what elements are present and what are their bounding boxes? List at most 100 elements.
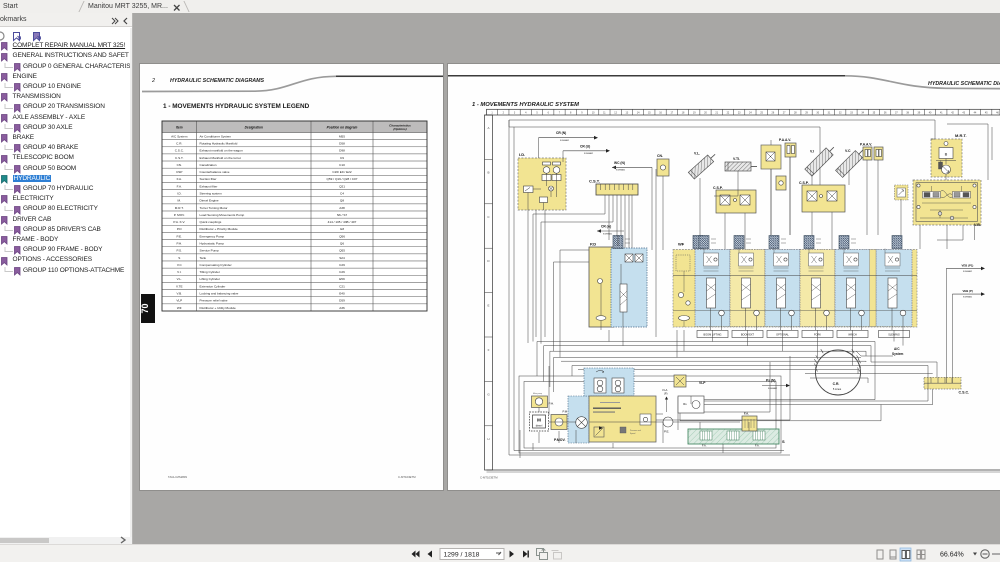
svg-text:P.MOV.: P.MOV.	[554, 438, 566, 442]
svg-text:H: H	[487, 437, 489, 441]
svg-text:Rotating Hydraulic Manifold: Rotating Hydraulic Manifold	[200, 142, 238, 146]
svg-text:Load Sensing Movements Pump: Load Sensing Movements Pump	[200, 213, 245, 217]
svg-text:C.S.T.: C.S.T.	[589, 179, 600, 184]
svg-text:F.A.: F.A.	[755, 444, 760, 448]
svg-text:S24: S24	[339, 256, 345, 260]
svg-text:SCHEMA 2: SCHEMA 2	[963, 270, 972, 273]
svg-text:Q55: Q55	[339, 249, 345, 253]
svg-text:V.L.: V.L.	[694, 152, 700, 156]
svg-text:C.S.T.: C.S.T.	[175, 156, 184, 160]
svg-text:Diesel Engine: Diesel Engine	[200, 199, 219, 203]
svg-text:Position on diagram: Position on diagram	[327, 125, 358, 129]
svg-text:Q21: Q21	[339, 184, 345, 188]
svg-text:B: B	[945, 152, 948, 157]
svg-text:Exhaust Manifold on the turret: Exhaust Manifold on the turret	[200, 156, 241, 160]
svg-text:C.S.C.: C.S.C.	[959, 390, 970, 394]
svg-text:V.LA: V.LA	[662, 388, 668, 392]
svg-text:F: F	[488, 348, 490, 352]
svg-text:414 / 105 / 43B / 407: 414 / 105 / 43B / 407	[328, 220, 357, 224]
svg-text:P. MOV.: P. MOV.	[174, 213, 185, 217]
svg-text:V.TE: V.TE	[176, 284, 183, 288]
svg-text:D59: D59	[339, 299, 345, 303]
svg-text:P.H.: P.H.	[549, 402, 555, 406]
svg-text:C9: C9	[340, 156, 344, 160]
svg-text:(Options): (Options)	[393, 127, 406, 131]
svg-text:CN.: CN.	[177, 163, 182, 167]
svg-text:Item: Item	[176, 125, 183, 129]
svg-text:P.D: P.D	[177, 227, 183, 231]
svg-text:V.I: V.I	[810, 150, 814, 154]
svg-text:HYDRAULIC SCHEMATIC DIAGRAMS: HYDRAULIC SCHEMATIC DIAGRAMS	[928, 81, 1000, 87]
svg-text:Tilting Cylinder: Tilting Cylinder	[200, 270, 220, 274]
svg-text:C4: C4	[340, 192, 344, 196]
svg-text:CR (A): CR (A)	[601, 225, 611, 229]
svg-text:P.E.: P.E.	[664, 430, 669, 434]
svg-text:Locking and balancing valve: Locking and balancing valve	[200, 291, 239, 295]
svg-text:HYDRAULIC SCHEMATIC DIAGRAMS: HYDRAULIC SCHEMATIC DIAGRAMS	[170, 78, 265, 84]
svg-text:diesel: diesel	[536, 424, 543, 427]
svg-text:E59: E59	[339, 277, 345, 281]
svg-text:Compensating Cylinder: Compensating Cylinder	[200, 263, 232, 267]
svg-text:P.E.: P.E.	[177, 234, 183, 238]
svg-text:Counterbalance valve: Counterbalance valve	[200, 170, 230, 174]
svg-text:VLP: VLP	[176, 299, 182, 303]
svg-text:TAGU-MS2809: TAGU-MS2809	[168, 475, 187, 479]
svg-text:C29: C29	[339, 263, 345, 267]
svg-text:C.R.: C.R.	[176, 142, 182, 146]
svg-text:WF: WF	[678, 242, 685, 247]
svg-text:CSP: CSP	[176, 170, 182, 174]
svg-text:Tank: Tank	[200, 256, 207, 260]
svg-text:70: 70	[140, 303, 150, 313]
svg-text:SCHEMA 2: SCHEMA 2	[616, 169, 625, 172]
svg-text:Hydrostatic Pump: Hydrostatic Pump	[200, 242, 225, 246]
svg-text:Exhaust filter: Exhaust filter	[200, 184, 218, 188]
svg-text:M.R.T.: M.R.T.	[955, 133, 967, 138]
svg-text:SCHEMA 2: SCHEMA 2	[963, 295, 972, 298]
svg-text:A/C: A/C	[894, 347, 900, 351]
svg-text:CN.: CN.	[657, 154, 663, 158]
svg-text:Q59 / Q19 / Q28 / C07: Q59 / Q19 / Q28 / C07	[327, 177, 358, 181]
svg-text:E: E	[487, 304, 489, 308]
svg-text:M.R.T.: M.R.T.	[175, 206, 184, 210]
svg-text:N6 / S7: N6 / S7	[337, 213, 348, 217]
svg-text:P.A.A.V.: P.A.A.V.	[860, 143, 872, 147]
svg-text:SCHEMA 2: SCHEMA 2	[584, 152, 593, 155]
svg-text:C.S.C.: C.S.C.	[175, 149, 184, 153]
svg-text:C: C	[487, 215, 490, 219]
svg-text:P.A. K.V.: P.A. K.V.	[173, 220, 185, 224]
svg-text:G8: G8	[340, 227, 344, 231]
svg-text:M: M	[537, 418, 541, 423]
svg-text:Designation: Designation	[245, 125, 263, 129]
svg-text:SCHEMA 2: SCHEMA 2	[768, 387, 777, 390]
svg-text:66.64%: 66.64%	[940, 552, 964, 559]
svg-text:S: S	[178, 256, 180, 260]
svg-text:Rs: Rs	[683, 402, 687, 406]
svg-text:C26: C26	[339, 270, 345, 274]
svg-text:1299 / 1818: 1299 / 1818	[444, 552, 480, 559]
svg-text:CR (N): CR (N)	[556, 131, 566, 135]
svg-text:5 Lines: 5 Lines	[833, 387, 842, 391]
svg-text:E40: E40	[339, 291, 345, 295]
svg-text:Canalization: Canalization	[200, 163, 217, 167]
svg-text:C.R.: C.R.	[833, 382, 840, 386]
svg-text:P.S.: P.S.	[177, 249, 183, 253]
svg-text:C10: C10	[339, 163, 345, 167]
svg-text:V.C: V.C	[845, 149, 851, 153]
svg-text:2: 2	[151, 78, 155, 84]
svg-text:SCHEMA 2: SCHEMA 2	[560, 139, 569, 142]
svg-text:C26/ E9 / E22: C26/ E9 / E22	[332, 170, 352, 174]
svg-text:V.B.: V.B.	[974, 223, 981, 227]
svg-text:D: D	[487, 259, 490, 263]
svg-text:Extension Cylinder: Extension Cylinder	[200, 284, 226, 288]
svg-text:Turret Turning Motor: Turret Turning Motor	[200, 206, 228, 210]
svg-text:I.D.: I.D.	[177, 192, 182, 196]
svg-text:WC (N): WC (N)	[614, 161, 625, 165]
svg-text:(P): (P)	[664, 392, 668, 396]
svg-text:A: A	[487, 126, 489, 130]
svg-text:Steering system: Steering system	[200, 192, 223, 196]
svg-text:Air Conditioner System: Air Conditioner System	[200, 134, 232, 138]
svg-text:Pressure and: Pressure and	[630, 430, 641, 432]
svg-text:V.C: V.C	[177, 263, 183, 267]
svg-text:P.M.: P.M.	[563, 410, 569, 414]
svg-text:VLP: VLP	[699, 381, 706, 385]
